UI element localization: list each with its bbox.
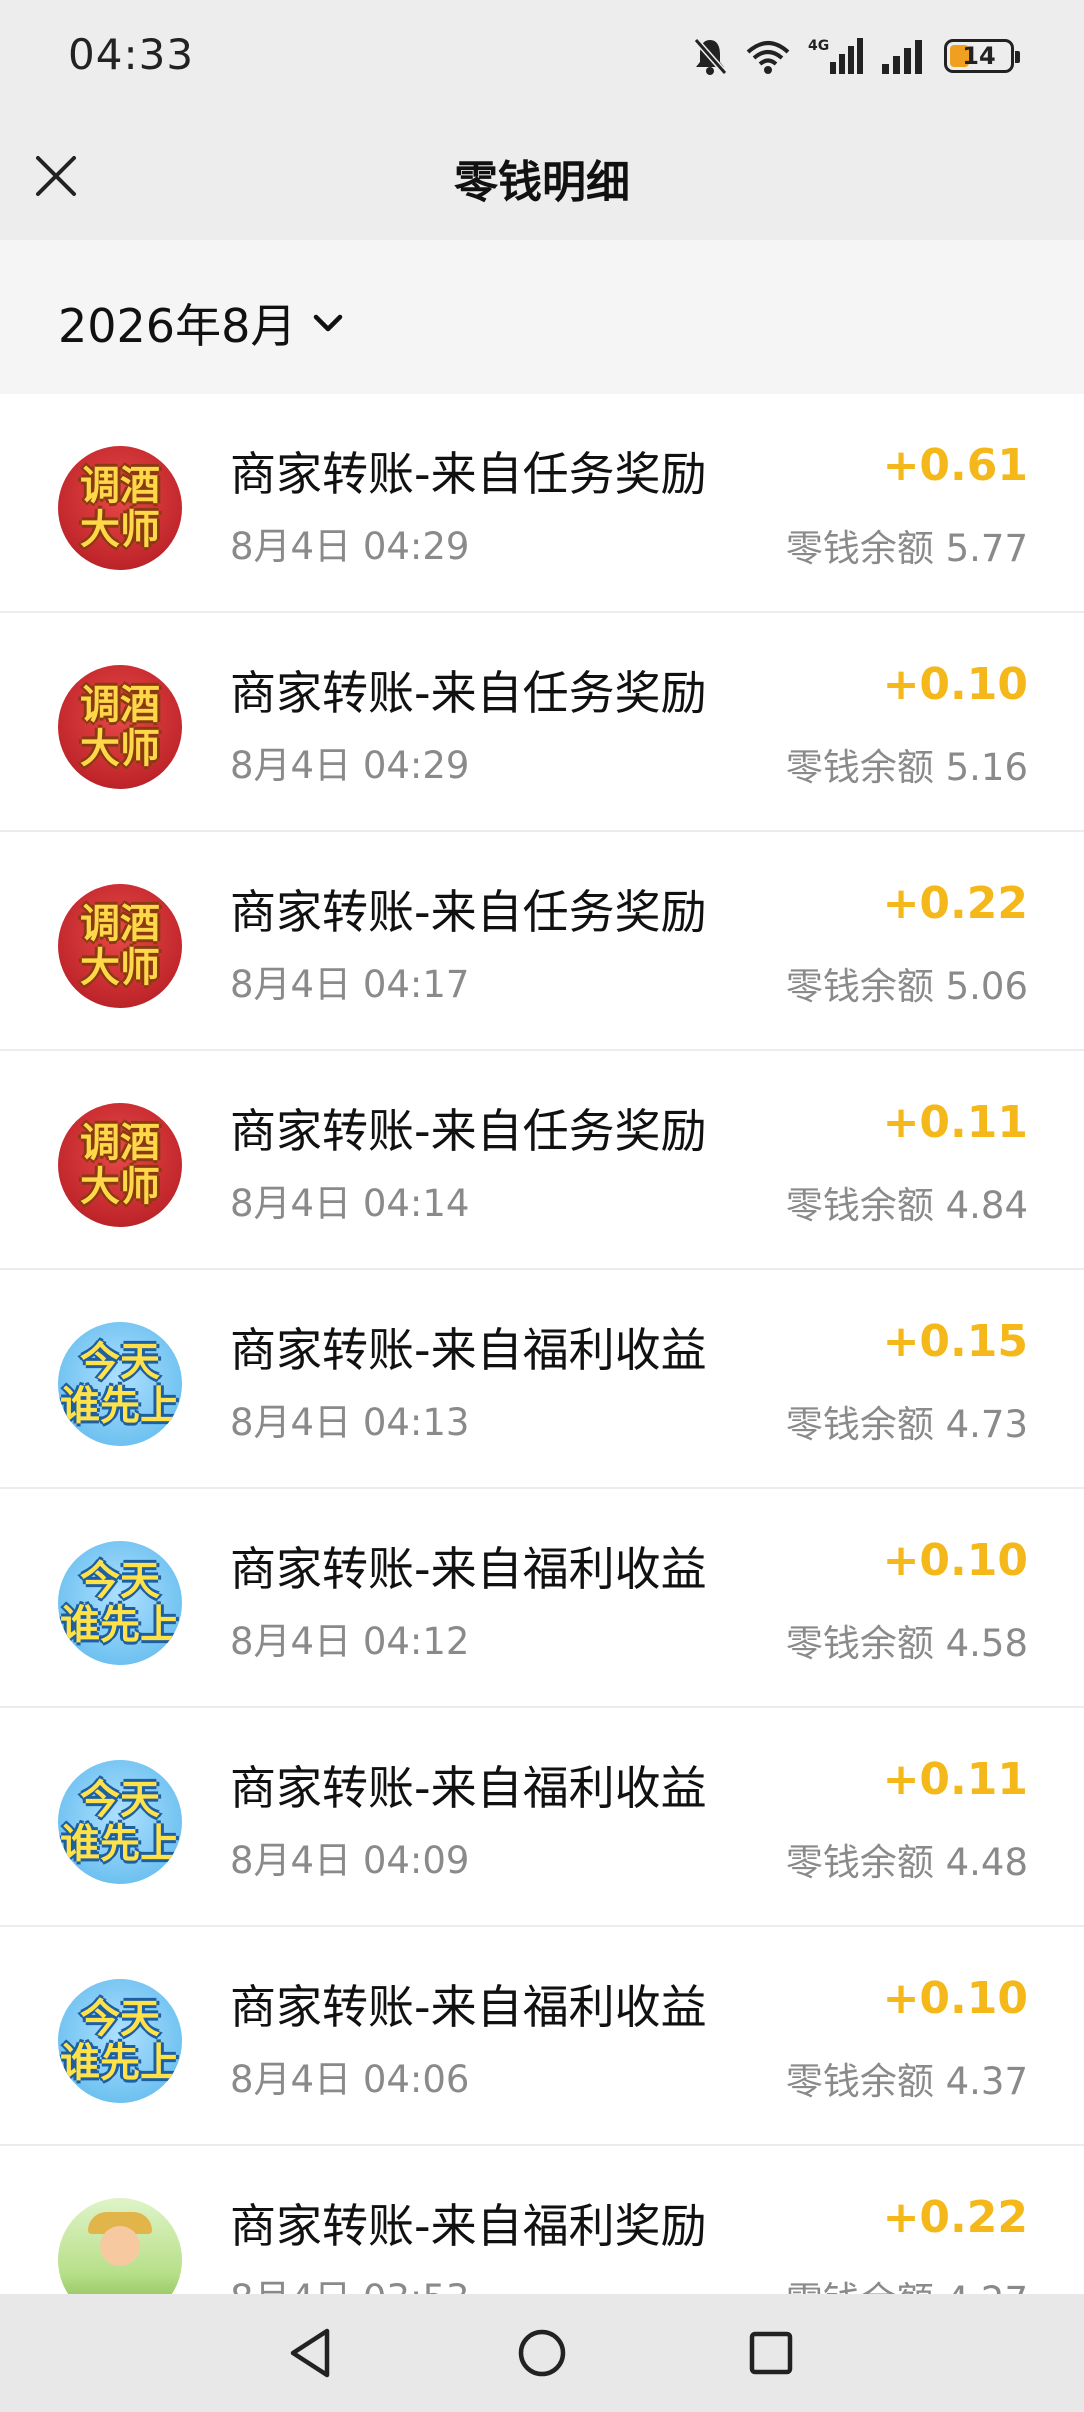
avatar-text-line2: 大师 bbox=[80, 945, 160, 991]
back-button[interactable] bbox=[276, 2318, 346, 2388]
avatar-text-line1: 调酒 bbox=[80, 682, 160, 728]
transaction-time: 8月4日 04:09 bbox=[230, 1839, 470, 1882]
month-label: 2026年8月 bbox=[58, 299, 297, 353]
avatar-text-line1: 今天 bbox=[80, 1777, 160, 1823]
svg-text:4G: 4G bbox=[808, 38, 829, 54]
filter-bar: 2026年8月 bbox=[0, 240, 1084, 394]
header-bar: 零钱明细 bbox=[0, 112, 1084, 240]
transaction-title: 商家转账-来自福利收益 bbox=[230, 1980, 707, 2034]
merchant-avatar: 今天 谁先上 bbox=[58, 1979, 182, 2103]
transaction-amount: +0.22 bbox=[882, 2192, 1028, 2243]
transaction-amount: +0.61 bbox=[882, 440, 1028, 491]
transaction-amount: +0.22 bbox=[882, 878, 1028, 929]
transaction-time: 8月4日 04:12 bbox=[230, 1620, 470, 1663]
transaction-amount: +0.11 bbox=[882, 1754, 1028, 1805]
avatar-text-line2: 谁先上 bbox=[60, 1821, 180, 1867]
transaction-amount: +0.15 bbox=[882, 1316, 1028, 1367]
transaction-time: 8月4日 04:29 bbox=[230, 744, 470, 787]
back-triangle-icon bbox=[290, 2328, 330, 2378]
avatar-text-line2: 谁先上 bbox=[60, 1383, 180, 1429]
balance-after: 零钱余额 4.37 bbox=[785, 2060, 1028, 2103]
list-item[interactable]: 调酒 大师 商家转账-来自任务奖励 8月4日 04:14 +0.11 零钱余额 … bbox=[0, 1051, 1084, 1270]
bell-muted-icon bbox=[693, 38, 728, 75]
recents-square-icon bbox=[749, 2331, 793, 2375]
avatar-text-line1: 今天 bbox=[80, 1339, 160, 1385]
transaction-time: 8月4日 04:13 bbox=[230, 1401, 470, 1444]
page-title: 零钱明细 bbox=[454, 157, 630, 208]
transaction-amount: +0.11 bbox=[882, 1097, 1028, 1148]
avatar-text-line1: 今天 bbox=[80, 1996, 160, 2042]
avatar-text-line2: 大师 bbox=[80, 507, 160, 553]
balance-after: 零钱余额 5.77 bbox=[785, 527, 1028, 570]
list-item[interactable]: 调酒 大师 商家转账-来自任务奖励 8月4日 04:17 +0.22 零钱余额 … bbox=[0, 832, 1084, 1051]
merchant-avatar: 调酒 大师 bbox=[58, 446, 182, 570]
merchant-avatar: 调酒 大师 bbox=[58, 665, 182, 789]
transaction-list: 调酒 大师 商家转账-来自任务奖励 8月4日 04:29 +0.61 零钱余额 … bbox=[0, 394, 1084, 2365]
battery-level: 14 bbox=[962, 42, 996, 70]
transaction-title: 商家转账-来自任务奖励 bbox=[230, 447, 707, 501]
transaction-title: 商家转账-来自福利收益 bbox=[230, 1542, 707, 1596]
battery-icon: 14 bbox=[944, 39, 1020, 73]
merchant-avatar: 今天 谁先上 bbox=[58, 1760, 182, 1884]
wifi-icon bbox=[746, 41, 790, 74]
list-item[interactable]: 今天 谁先上 商家转账-来自福利收益 8月4日 04:13 +0.15 零钱余额… bbox=[0, 1270, 1084, 1489]
list-item[interactable]: 今天 谁先上 商家转账-来自福利收益 8月4日 04:12 +0.10 零钱余额… bbox=[0, 1489, 1084, 1708]
avatar-text-line2: 大师 bbox=[80, 1164, 160, 1210]
transaction-amount: +0.10 bbox=[882, 1973, 1028, 2024]
transaction-amount: +0.10 bbox=[882, 659, 1028, 710]
balance-after: 零钱余额 4.84 bbox=[785, 1184, 1028, 1227]
system-nav-bar bbox=[0, 2294, 1084, 2412]
list-item[interactable]: 今天 谁先上 商家转账-来自福利收益 8月4日 04:06 +0.10 零钱余额… bbox=[0, 1927, 1084, 2146]
balance-after: 零钱余额 4.48 bbox=[785, 1841, 1028, 1884]
status-icons: 4G 14 bbox=[692, 34, 1020, 78]
balance-after: 零钱余额 4.58 bbox=[785, 1622, 1028, 1665]
chevron-down-icon bbox=[314, 314, 343, 332]
avatar-text-line1: 调酒 bbox=[80, 463, 160, 509]
transaction-time: 8月4日 04:06 bbox=[230, 2058, 470, 2101]
transaction-time: 8月4日 04:17 bbox=[230, 963, 470, 1006]
transaction-title: 商家转账-来自福利收益 bbox=[230, 1761, 707, 1815]
avatar-text-line2: 谁先上 bbox=[60, 2040, 180, 2086]
transaction-time: 8月4日 04:14 bbox=[230, 1182, 470, 1225]
avatar-text-line2: 谁先上 bbox=[60, 1602, 180, 1648]
transaction-title: 商家转账-来自福利收益 bbox=[230, 1323, 707, 1377]
avatar-text-line1: 调酒 bbox=[80, 1120, 160, 1166]
avatar-text-line1: 调酒 bbox=[80, 901, 160, 947]
status-time: 04:33 bbox=[68, 30, 195, 79]
merchant-avatar: 调酒 大师 bbox=[58, 1103, 182, 1227]
transaction-title: 商家转账-来自任务奖励 bbox=[230, 885, 707, 939]
balance-after: 零钱余额 4.73 bbox=[785, 1403, 1028, 1446]
farmer-face-icon bbox=[100, 2226, 140, 2266]
balance-after: 零钱余额 5.16 bbox=[785, 746, 1028, 789]
cellular-4g-icon: 4G bbox=[808, 38, 863, 74]
merchant-avatar: 今天 谁先上 bbox=[58, 1541, 182, 1665]
month-picker[interactable]: 2026年8月 bbox=[58, 290, 344, 356]
transaction-time: 8月4日 04:29 bbox=[230, 525, 470, 568]
avatar-text-line2: 大师 bbox=[80, 726, 160, 772]
list-item[interactable]: 调酒 大师 商家转账-来自任务奖励 8月4日 04:29 +0.10 零钱余额 … bbox=[0, 613, 1084, 832]
transaction-amount: +0.10 bbox=[882, 1535, 1028, 1586]
list-item[interactable]: 调酒 大师 商家转账-来自任务奖励 8月4日 04:29 +0.61 零钱余额 … bbox=[0, 394, 1084, 613]
status-bar: 04:33 4G 14 bbox=[0, 0, 1084, 112]
signal-icon bbox=[882, 40, 922, 74]
home-button[interactable] bbox=[507, 2318, 577, 2388]
home-circle-icon bbox=[518, 2329, 566, 2377]
transaction-title: 商家转账-来自任务奖励 bbox=[230, 1104, 707, 1158]
avatar-text-line1: 今天 bbox=[80, 1558, 160, 1604]
recents-button[interactable] bbox=[736, 2318, 806, 2388]
merchant-avatar: 今天 谁先上 bbox=[58, 1322, 182, 1446]
list-item[interactable]: 今天 谁先上 商家转账-来自福利收益 8月4日 04:09 +0.11 零钱余额… bbox=[0, 1708, 1084, 1927]
transaction-title: 商家转账-来自福利奖励 bbox=[230, 2199, 707, 2253]
balance-after: 零钱余额 5.06 bbox=[785, 965, 1028, 1008]
transaction-title: 商家转账-来自任务奖励 bbox=[230, 666, 707, 720]
merchant-avatar: 调酒 大师 bbox=[58, 884, 182, 1008]
